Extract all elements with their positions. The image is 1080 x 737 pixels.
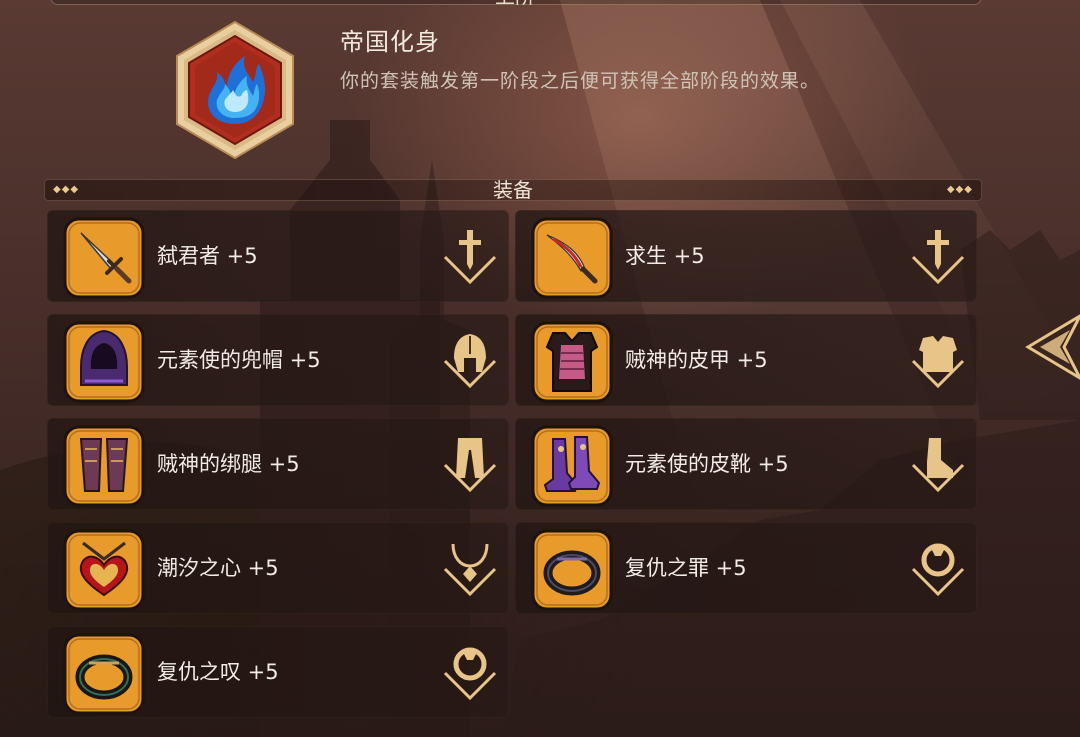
next-page-arrow-icon[interactable] [1024,310,1080,384]
ring-icon [63,633,145,715]
equipment-item[interactable]: 元素使的皮靴 +5 [515,418,977,510]
item-label: 复仇之罪 +5 [625,556,747,580]
equipment-item[interactable]: 潮汐之心 +5 [47,522,509,614]
blue-flame-icon [176,20,294,160]
equipment-item[interactable]: 求生 +5 [515,210,977,302]
equipment-section-title: 装备 [493,178,533,202]
item-label: 贼神的皮甲 +5 [625,348,768,372]
item-label: 潮汐之心 +5 [157,556,279,580]
leggings-icon [63,425,145,507]
hood-icon [63,321,145,403]
item-label: 元素使的皮靴 +5 [625,452,789,476]
equipment-item[interactable]: 贼神的绑腿 +5 [47,418,509,510]
equipment-section-header: ◆◆◆ 装备 ◆◆◆ [44,178,982,202]
item-label: 弑君者 +5 [157,244,258,268]
chest-slot-icon [911,336,965,389]
ornament-dots: ◆◆◆ [946,184,973,195]
top-section-title: 上阶 [480,0,550,6]
curved-blade-icon [531,217,613,299]
legs-slot-icon [443,438,497,493]
ring-icon [531,529,613,611]
set-name: 帝国化身 [340,28,440,56]
equipment-item[interactable]: 复仇之罪 +5 [515,522,977,614]
item-label: 元素使的兜帽 +5 [157,348,321,372]
ring-slot-icon [911,543,965,597]
dagger-icon [63,217,145,299]
weapon-slot-icon [911,230,965,285]
equipment-item[interactable]: 复仇之叹 +5 [47,626,509,718]
equipment-item[interactable]: 弑君者 +5 [47,210,509,302]
equipment-item[interactable]: 贼神的皮甲 +5 [515,314,977,406]
boots-icon [531,425,613,507]
helmet-slot-icon [443,334,497,389]
amulet-slot-icon [443,543,497,597]
item-label: 贼神的绑腿 +5 [157,452,300,476]
item-label: 复仇之叹 +5 [157,660,279,684]
boots-slot-icon [911,438,965,493]
leather-armor-icon [531,321,613,403]
equipment-item[interactable]: 元素使的兜帽 +5 [47,314,509,406]
heart-amulet-icon [63,529,145,611]
set-description: 你的套装触发第一阶段之后便可获得全部阶段的效果。 [340,70,821,92]
weapon-slot-icon [443,230,497,285]
item-label: 求生 +5 [625,244,705,268]
ring-slot-icon [443,647,497,701]
